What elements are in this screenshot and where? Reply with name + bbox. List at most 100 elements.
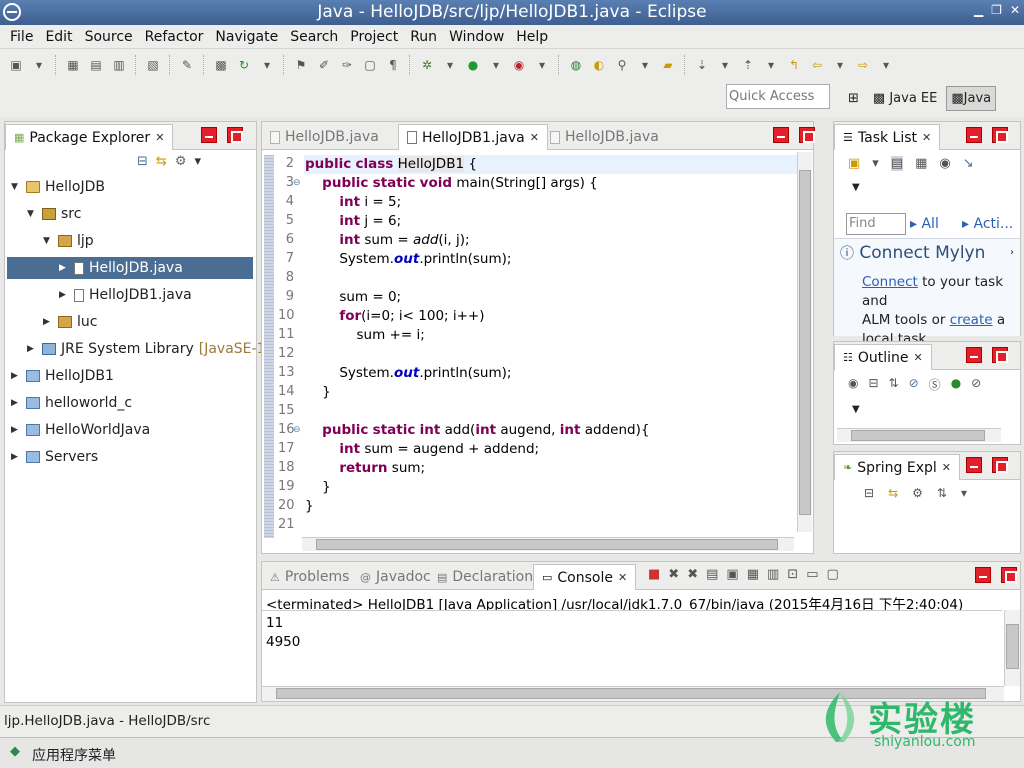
print-icon[interactable]: ▥	[109, 56, 129, 74]
collapsed-arrow-icon[interactable]: ▶	[59, 263, 69, 273]
menu-search[interactable]: Search	[284, 29, 344, 45]
menu-help[interactable]: Help	[510, 29, 554, 45]
fold-icon[interactable]: ⊖	[293, 178, 301, 188]
collapsed-arrow-icon[interactable]: ▶	[11, 425, 21, 435]
tree-item[interactable]: ▼ src	[7, 203, 81, 225]
filter-icon[interactable]: ⚙	[175, 154, 187, 169]
scroll-thumb[interactable]	[316, 539, 778, 550]
pin-icon[interactable]: ✎	[177, 56, 197, 74]
maximize-icon[interactable]	[1001, 567, 1017, 583]
task-find-input[interactable]: Find	[846, 213, 906, 235]
maximize-icon[interactable]	[992, 457, 1008, 473]
expanded-arrow-icon[interactable]: ▼	[11, 182, 21, 192]
hide-fields-icon[interactable]: ⊘	[909, 376, 919, 393]
categorized-icon[interactable]: ▤	[890, 156, 904, 171]
close-window-icon[interactable]: ✕	[1010, 3, 1020, 17]
para-icon[interactable]: ¶	[383, 56, 403, 74]
tree-item[interactable]: ▼ ljp	[7, 230, 94, 252]
view-menu-icon[interactable]: ▼	[852, 404, 860, 415]
tree-item[interactable]: ▶ HelloWorldJava	[7, 419, 150, 441]
minimize-icon[interactable]	[773, 127, 789, 143]
forward-icon[interactable]: ⇨	[853, 56, 873, 74]
collapsed-arrow-icon[interactable]: ▶	[43, 317, 53, 327]
expanded-arrow-icon[interactable]: ▼	[43, 236, 53, 246]
close-icon[interactable]: ✕	[530, 131, 539, 144]
tree-item[interactable]: ▼ HelloJDB	[7, 176, 105, 198]
brush-icon[interactable]: ✐	[314, 56, 334, 74]
new-task-icon[interactable]: ▣	[848, 156, 860, 171]
remove-all-icon[interactable]: ✖	[687, 567, 698, 582]
tree-item[interactable]: ▶ HelloJDB.java	[7, 257, 253, 279]
open-perspective-icon[interactable]: ⊞	[843, 86, 864, 111]
view-menu-icon[interactable]: ▾	[961, 486, 967, 500]
tab-outline[interactable]: ☷ Outline ✕	[834, 344, 932, 370]
quick-access-input[interactable]: Quick Access	[726, 84, 830, 109]
outline-horizontal-scrollbar[interactable]	[837, 428, 1001, 442]
perspective-java[interactable]: ▩Java	[946, 85, 997, 111]
package-icon[interactable]: ▩	[211, 56, 231, 74]
sync-icon[interactable]: ↘	[963, 156, 974, 171]
close-icon[interactable]: ✕	[922, 131, 931, 144]
next-annotation-icon[interactable]: ⇣	[692, 56, 712, 74]
scroll-thumb[interactable]	[799, 170, 811, 515]
run-external-icon[interactable]: ◉	[509, 56, 529, 74]
clear-console-icon[interactable]: ▤	[706, 567, 718, 582]
dropdown-icon[interactable]: ▾	[715, 56, 735, 74]
focus-icon[interactable]: ◉	[939, 156, 950, 171]
open-folder-icon[interactable]: ▰	[658, 56, 678, 74]
tree-item[interactable]: ▶ helloworld_c	[7, 392, 132, 414]
menu-navigate[interactable]: Navigate	[209, 29, 284, 45]
dropdown-icon[interactable]: ▾	[876, 56, 896, 74]
run-icon[interactable]: ●	[463, 56, 483, 74]
editor-vertical-scrollbar[interactable]	[797, 152, 812, 532]
tree-item[interactable]: ▶ HelloJDB1	[7, 365, 114, 387]
sort-icon[interactable]: ⇅	[889, 376, 899, 393]
pin-console-icon[interactable]: ⊡	[787, 567, 798, 582]
task-filter-active[interactable]: ▸ Acti...	[962, 216, 1013, 232]
dropdown-icon[interactable]: ▾	[29, 56, 49, 74]
focus-icon[interactable]: ◉	[848, 376, 858, 393]
collapsed-arrow-icon[interactable]: ▶	[11, 371, 21, 381]
collapsed-arrow-icon[interactable]: ▶	[11, 398, 21, 408]
sort-icon[interactable]: ⇅	[937, 486, 947, 500]
tree-item[interactable]: ▶ luc	[7, 311, 97, 333]
open-console-icon[interactable]: ▢	[827, 567, 839, 582]
chevron-right-icon[interactable]: ›	[1010, 247, 1014, 258]
show-stdout-icon[interactable]: ▥	[767, 567, 779, 582]
dropdown-icon[interactable]: ▾	[872, 156, 879, 171]
minimize-icon[interactable]	[975, 567, 991, 583]
hide-local-types-icon[interactable]: ⊘	[971, 376, 981, 393]
tab-problems[interactable]: ⚠ Problems	[262, 564, 357, 590]
debug-icon[interactable]: ✲	[417, 56, 437, 74]
maximize-icon[interactable]	[799, 127, 815, 143]
editor-horizontal-scrollbar[interactable]	[302, 537, 794, 551]
fold-icon[interactable]: ⊖	[293, 425, 301, 435]
new-icon[interactable]: ▣	[6, 56, 26, 74]
task-filter-all[interactable]: ▸ All	[910, 216, 939, 232]
console-output[interactable]: 11 4950	[262, 610, 1002, 686]
tab-console[interactable]: ▭ Console ✕	[533, 564, 637, 590]
open-type-icon[interactable]: ◐	[589, 56, 609, 74]
collapsed-arrow-icon[interactable]: ▶	[27, 344, 37, 354]
code-area[interactable]: 2 3 ⊖ 4 5 6 7 8 9 10 11 12 13 14 15 16 ⊖ 17 18 19 20 21 publi…	[262, 155, 797, 538]
remove-launch-icon[interactable]: ✖	[668, 567, 679, 582]
tab-task-list[interactable]: ☰ Task List ✕	[834, 124, 941, 150]
terminate-icon[interactable]: ■	[648, 567, 660, 582]
tab-spring-explorer[interactable]: ❧ Spring Expl ✕	[834, 454, 960, 480]
tab-hellojdb-java[interactable]: HelloJDB.java	[262, 124, 387, 150]
console-vertical-scrollbar[interactable]	[1004, 610, 1020, 686]
tree-item[interactable]: ▶ JRE System Library [JavaSE-1.7]	[7, 338, 284, 360]
last-edit-icon[interactable]: ↰	[784, 56, 804, 74]
scroll-thumb[interactable]	[1006, 624, 1019, 669]
word-wrap-icon[interactable]: ▦	[747, 567, 759, 582]
new-class-icon[interactable]: ◍	[566, 56, 586, 74]
back-icon[interactable]: ⇦	[807, 56, 827, 74]
display-console-icon[interactable]: ▭	[806, 567, 818, 582]
scroll-lock-icon[interactable]: ▣	[726, 567, 738, 582]
collapsed-arrow-icon[interactable]: ▶	[59, 290, 69, 300]
collapse-all-icon[interactable]: ⊟	[137, 154, 148, 169]
dropdown-icon[interactable]: ▾	[532, 56, 552, 74]
menu-file[interactable]: File	[4, 29, 39, 45]
restore-window-icon[interactable]: ❐	[991, 3, 1002, 17]
app-menu-icon[interactable]: ◆	[10, 744, 20, 759]
